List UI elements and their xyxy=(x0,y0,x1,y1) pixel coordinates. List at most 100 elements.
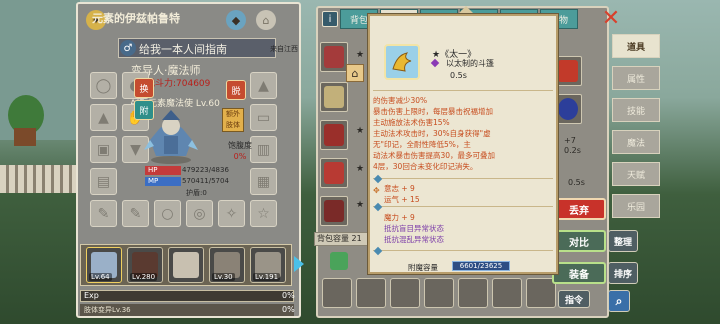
satiety-label: 饱腹度 xyxy=(228,141,252,150)
member-level: Lv.64 xyxy=(89,273,112,281)
bottom-slot-6[interactable] xyxy=(492,278,522,308)
item-material: 以太制的斗篷 xyxy=(446,59,494,68)
side-tab-talent[interactable]: 天赋 xyxy=(612,162,660,186)
item-stat-value: +7 xyxy=(564,136,576,145)
description-line: 无"印记，全耐性降低5%，主 xyxy=(373,140,471,149)
mp-bar: MP xyxy=(145,177,181,186)
download-icon[interactable] xyxy=(330,252,348,270)
item-cloak-icon xyxy=(384,44,420,80)
item-resist: 抵抗盲目异常状态 xyxy=(384,224,444,233)
description-line: 动法术暴击伤害提高30，最多可叠加 xyxy=(373,151,496,160)
bottom-slot-2[interactable] xyxy=(356,278,386,308)
star-icon: ★ xyxy=(356,200,365,210)
party-member-5[interactable]: Lv.191 xyxy=(250,247,286,283)
equip-slot-accessory[interactable]: ☆ xyxy=(250,200,277,227)
equip-button[interactable]: 装备 xyxy=(552,262,606,284)
party-member-2[interactable]: Lv.280 xyxy=(127,247,163,283)
bottom-slot-1[interactable] xyxy=(322,278,352,308)
star-icon: ★ xyxy=(356,50,365,60)
compare-button[interactable]: 对比 xyxy=(552,230,606,252)
exp-value: 0% xyxy=(282,291,295,300)
equip-slot-shoes[interactable]: ▦ xyxy=(250,168,277,195)
enchant-capacity-label: 附魔容量 xyxy=(408,263,438,272)
equip-slot-shirt[interactable]: ▤ xyxy=(90,168,117,195)
equip-slot-offhand[interactable]: ✎ xyxy=(122,200,149,227)
exp-bar xyxy=(80,290,294,302)
item-slot[interactable] xyxy=(320,82,348,112)
item-stat: 运气 + 15 xyxy=(384,195,420,204)
unequip-button[interactable]: 脱 xyxy=(226,80,246,100)
side-tab-attributes[interactable]: 属性 xyxy=(612,66,660,90)
sort-button[interactable]: 排序 xyxy=(608,262,638,284)
equip-slot-helmet[interactable]: ▲ xyxy=(90,104,117,131)
guide-book-bar[interactable]: 给我一本人间指南 xyxy=(118,38,276,58)
mp-value: 570411/5704 xyxy=(182,177,229,185)
close-icon[interactable]: ✕ xyxy=(600,8,622,30)
tooltip-divider xyxy=(373,178,553,179)
item-icon xyxy=(324,200,344,222)
equip-slot-back[interactable]: ▲ xyxy=(250,72,277,99)
crystal-icon[interactable]: ◆ xyxy=(226,10,246,30)
equip-slot-belt[interactable]: ▭ xyxy=(250,104,277,131)
extra-body-button[interactable]: 额外肢体 xyxy=(222,108,244,132)
star-icon: ★ xyxy=(356,126,365,136)
item-icon xyxy=(558,60,578,82)
item-resist: 抵抗混乱异常状态 xyxy=(384,235,444,244)
item-slot[interactable] xyxy=(554,56,582,86)
equip-slot-pants[interactable]: ▥ xyxy=(250,136,277,163)
hp-bar: HP xyxy=(145,166,181,175)
item-slot[interactable] xyxy=(320,196,348,226)
info-button[interactable]: i xyxy=(322,11,338,27)
backpack-capacity: 背包容量 21 xyxy=(314,232,368,246)
lock-icon[interactable]: ⌂ xyxy=(346,64,364,82)
search-icon[interactable]: ⌕ xyxy=(608,290,630,312)
party-member-4[interactable]: Lv.30 xyxy=(209,247,245,283)
enchant-capacity-value: 6601/23625 xyxy=(459,262,503,270)
item-description: 的伤害减少30% 暴击伤害上限时，每层暴击祝福增加 主动施放法术伤害15% 主动… xyxy=(373,95,553,172)
item-icon xyxy=(324,124,344,146)
bottom-slot-4[interactable] xyxy=(424,278,454,308)
side-tab-paradise[interactable]: 乐园 xyxy=(612,194,660,218)
description-line: 的伤害减少30% xyxy=(373,96,428,105)
bottom-slot-5[interactable] xyxy=(458,278,488,308)
mutation-label: 肢体变异Lv.36 xyxy=(84,306,131,314)
equip-slot-ring[interactable]: ○ xyxy=(154,200,181,227)
command-button[interactable]: 指令 xyxy=(558,290,590,308)
member-portrait xyxy=(173,252,199,278)
exp-label: Exp xyxy=(84,291,99,300)
side-tab-skills[interactable]: 技能 xyxy=(612,98,660,122)
side-tab-items[interactable]: 道具 xyxy=(612,34,660,58)
bonus-arrow-icon: ✥ xyxy=(373,186,380,195)
party-next-arrow-icon[interactable] xyxy=(294,256,304,272)
origin-label: 来自江西 xyxy=(270,45,298,53)
item-slot[interactable] xyxy=(320,158,348,188)
equip-slot-bracelet[interactable]: ◎ xyxy=(186,200,213,227)
enchant-capacity-bar: 6601/23625 xyxy=(452,261,510,271)
party-member-3[interactable] xyxy=(168,247,204,283)
swap-button[interactable]: 换 xyxy=(134,78,154,98)
hanger-icon[interactable]: ⌂ xyxy=(256,10,276,30)
item-slot[interactable] xyxy=(320,42,348,72)
bottom-slot-3[interactable] xyxy=(390,278,420,308)
party-member-1[interactable]: Lv.64 xyxy=(86,247,122,283)
mutation-value: 0% xyxy=(282,305,295,314)
member-level: Lv.280 xyxy=(130,273,158,281)
equip-slot-charm[interactable]: ✧ xyxy=(218,200,245,227)
shield-value: 护盾:0 xyxy=(186,189,207,197)
item-stat-value: 0.2s xyxy=(564,146,581,155)
item-stat: 魔力 + 9 xyxy=(384,213,415,222)
cloak-graphic xyxy=(392,52,412,72)
item-slot[interactable] xyxy=(554,94,582,124)
satiety-value: 0% xyxy=(233,152,247,161)
guide-label: 给我一本人间指南 xyxy=(139,43,227,56)
item-slot[interactable] xyxy=(320,120,348,150)
equip-slot-armor[interactable]: ▣ xyxy=(90,136,117,163)
description-line: 暴击伤害上限时，每层暴击祝福增加 xyxy=(373,107,493,116)
tidy-button[interactable]: 整理 xyxy=(608,230,638,252)
side-tab-magic[interactable]: 魔法 xyxy=(612,130,660,154)
character-sprite xyxy=(144,110,198,164)
item-icon xyxy=(324,86,344,108)
discard-button[interactable]: 丢弃 xyxy=(552,198,606,220)
equip-slot-amulet[interactable]: ◯ xyxy=(90,72,117,99)
equip-slot-weapon-left[interactable]: ✎ xyxy=(90,200,117,227)
